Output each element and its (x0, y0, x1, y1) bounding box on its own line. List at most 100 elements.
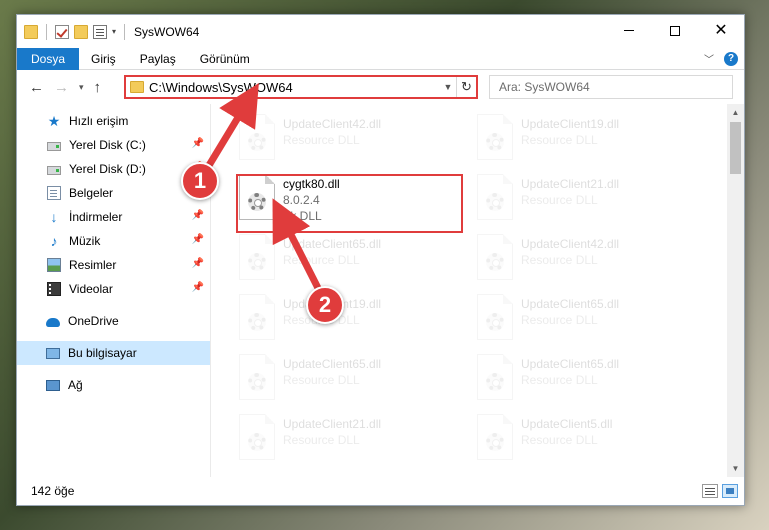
close-button[interactable]: ✕ (698, 15, 744, 46)
network-icon (46, 379, 60, 391)
pin-icon[interactable]: 📌 (192, 210, 204, 221)
dll-file-icon (239, 114, 275, 160)
refresh-icon[interactable]: ↻ (456, 77, 476, 97)
scroll-up-icon[interactable]: ▲ (727, 104, 744, 121)
tiles-view-icon[interactable] (722, 484, 738, 498)
sidebar-item-downloads[interactable]: ↓ İndirmeler 📌 (17, 205, 210, 229)
title-bar: ▾ SysWOW64 ✕ (17, 15, 744, 48)
properties-check-icon[interactable] (55, 24, 69, 39)
dll-file-icon (477, 354, 513, 400)
gear-icon (248, 253, 266, 271)
help-icon[interactable]: ? (724, 51, 738, 66)
back-arrow-icon[interactable]: ← (29, 79, 44, 96)
sidebar-item-label: Yerel Disk (C:) (69, 138, 146, 152)
maximize-button[interactable] (652, 15, 698, 46)
new-folder-icon[interactable] (74, 24, 88, 39)
minimize-button[interactable] (606, 15, 652, 46)
list-item[interactable]: UpdateClient65.dll Resource DLL (235, 228, 459, 288)
sidebar-item-this-pc[interactable]: Bu bilgisayar (17, 341, 210, 365)
list-item[interactable]: UpdateClient21.dll Resource DLL (473, 168, 697, 228)
sidebar-item-local-disk-c[interactable]: Yerel Disk (C:) 📌 (17, 133, 210, 157)
search-input[interactable] (499, 80, 732, 94)
scroll-down-icon[interactable]: ▼ (727, 460, 744, 477)
dll-file-icon (239, 294, 275, 340)
sidebar-item-label: OneDrive (68, 314, 119, 328)
address-dropdown-icon[interactable]: ▼ (440, 82, 456, 92)
gear-icon (248, 373, 266, 391)
pin-icon[interactable]: 📌 (192, 138, 204, 149)
gear-icon (486, 253, 504, 271)
sidebar-item-network[interactable]: Ağ (17, 373, 210, 397)
list-item[interactable]: UpdateClient19.dllResource DLL (235, 288, 459, 348)
tab-share[interactable]: Paylaş (128, 48, 188, 70)
up-arrow-icon[interactable]: ↑ (94, 79, 102, 96)
file-type: Resource DLL (521, 193, 598, 207)
address-bar[interactable]: C:\Windows\SysWOW64 ▼ ↻ (124, 75, 478, 99)
toolbar-divider (46, 23, 47, 40)
pictures-icon (47, 258, 61, 272)
list-item[interactable]: UpdateClient65.dll Resource DLL (473, 348, 697, 408)
list-item[interactable]: UpdateClient21.dll Resource DLL (235, 408, 459, 468)
expand-ribbon-chevron-icon[interactable]: ﹀ (704, 51, 714, 66)
onedrive-icon (46, 318, 60, 327)
dll-file-icon (477, 414, 513, 460)
list-item[interactable]: UpdateClient42.dll Resource DLL (473, 228, 697, 288)
highlight-box (236, 174, 463, 233)
list-item[interactable]: UpdateClient42.dll Resource DLL (235, 108, 459, 168)
gear-icon (486, 373, 504, 391)
forward-arrow-icon[interactable]: → (54, 79, 69, 96)
file-type: Resource DLL (521, 313, 598, 327)
file-name: UpdateClient19.dll (521, 117, 620, 131)
address-path[interactable]: C:\Windows\SysWOW64 (149, 80, 440, 95)
file-type: Resource DLL (521, 253, 598, 267)
this-pc-icon (46, 347, 60, 359)
nav-buttons: ← → ▾ ↑ (17, 79, 125, 96)
window-title: SysWOW64 (134, 24, 200, 39)
pin-icon[interactable]: 📌 (192, 234, 204, 245)
gear-icon (248, 133, 266, 151)
list-item[interactable]: UpdateClient19.dllResource DLL (473, 108, 697, 168)
sidebar-item-label: Yerel Disk (D:) (69, 162, 146, 176)
file-type: Resource DLL (283, 433, 360, 447)
scrollbar-thumb[interactable] (730, 122, 741, 174)
list-item[interactable]: UpdateClient5.dll Resource DLL (473, 408, 697, 468)
tab-home[interactable]: Giriş (79, 48, 128, 70)
explorer-window: ▾ SysWOW64 ✕ Dosya Giriş Paylaş Görünüm … (16, 14, 745, 506)
dll-file-icon (239, 414, 275, 460)
star-icon: ★ (47, 113, 61, 129)
dll-file-icon (477, 294, 513, 340)
gear-icon (486, 313, 504, 331)
search-box[interactable] (489, 75, 733, 99)
dll-file-icon (477, 174, 513, 220)
sidebar-item-label: Resimler (69, 258, 117, 272)
view-buttons (702, 484, 738, 498)
list-item[interactable]: UpdateClient65.dll Resource DLL (235, 348, 459, 408)
ribbon-tabs: Dosya Giriş Paylaş Görünüm ﹀ ? (17, 47, 744, 70)
file-name: UpdateClient65.dll (283, 357, 382, 371)
pin-icon[interactable]: 📌 (192, 282, 204, 293)
properties-icon[interactable] (93, 24, 107, 39)
details-view-icon[interactable] (702, 484, 718, 498)
pin-icon[interactable]: 📌 (192, 258, 204, 269)
file-list: UpdateClient42.dll Resource DLL cygtk80.d… (211, 104, 744, 477)
sidebar-item-music[interactable]: ♪ Müzik 📌 (17, 229, 210, 253)
sidebar-item-label: Belgeler (69, 186, 114, 200)
sidebar-item-pictures[interactable]: Resimler 📌 (17, 253, 210, 277)
file-name: UpdateClient65.dll (521, 357, 620, 371)
vertical-scrollbar[interactable]: ▲ ▼ (727, 104, 744, 477)
file-type: Resource DLL (283, 253, 360, 267)
step-1-badge: 1 (181, 162, 219, 200)
list-item[interactable]: UpdateClient65.dll Resource DLL (473, 288, 697, 348)
sidebar-item-label: Videolar (69, 282, 113, 296)
file-type: Resource DLL (283, 373, 360, 387)
tab-view[interactable]: Görünüm (188, 48, 262, 70)
dll-file-icon (239, 234, 275, 280)
sidebar-item-quick-access[interactable]: ★ Hızlı erişim (17, 109, 210, 133)
customize-toolbar-caret[interactable]: ▾ (112, 27, 116, 36)
recent-locations-chevron-icon[interactable]: ▾ (79, 82, 84, 93)
tab-file[interactable]: Dosya (17, 47, 80, 70)
sidebar-item-onedrive[interactable]: OneDrive (17, 309, 210, 333)
sidebar-item-videos[interactable]: Videolar 📌 (17, 277, 210, 301)
videos-icon (47, 282, 61, 296)
maximize-icon (670, 25, 680, 36)
